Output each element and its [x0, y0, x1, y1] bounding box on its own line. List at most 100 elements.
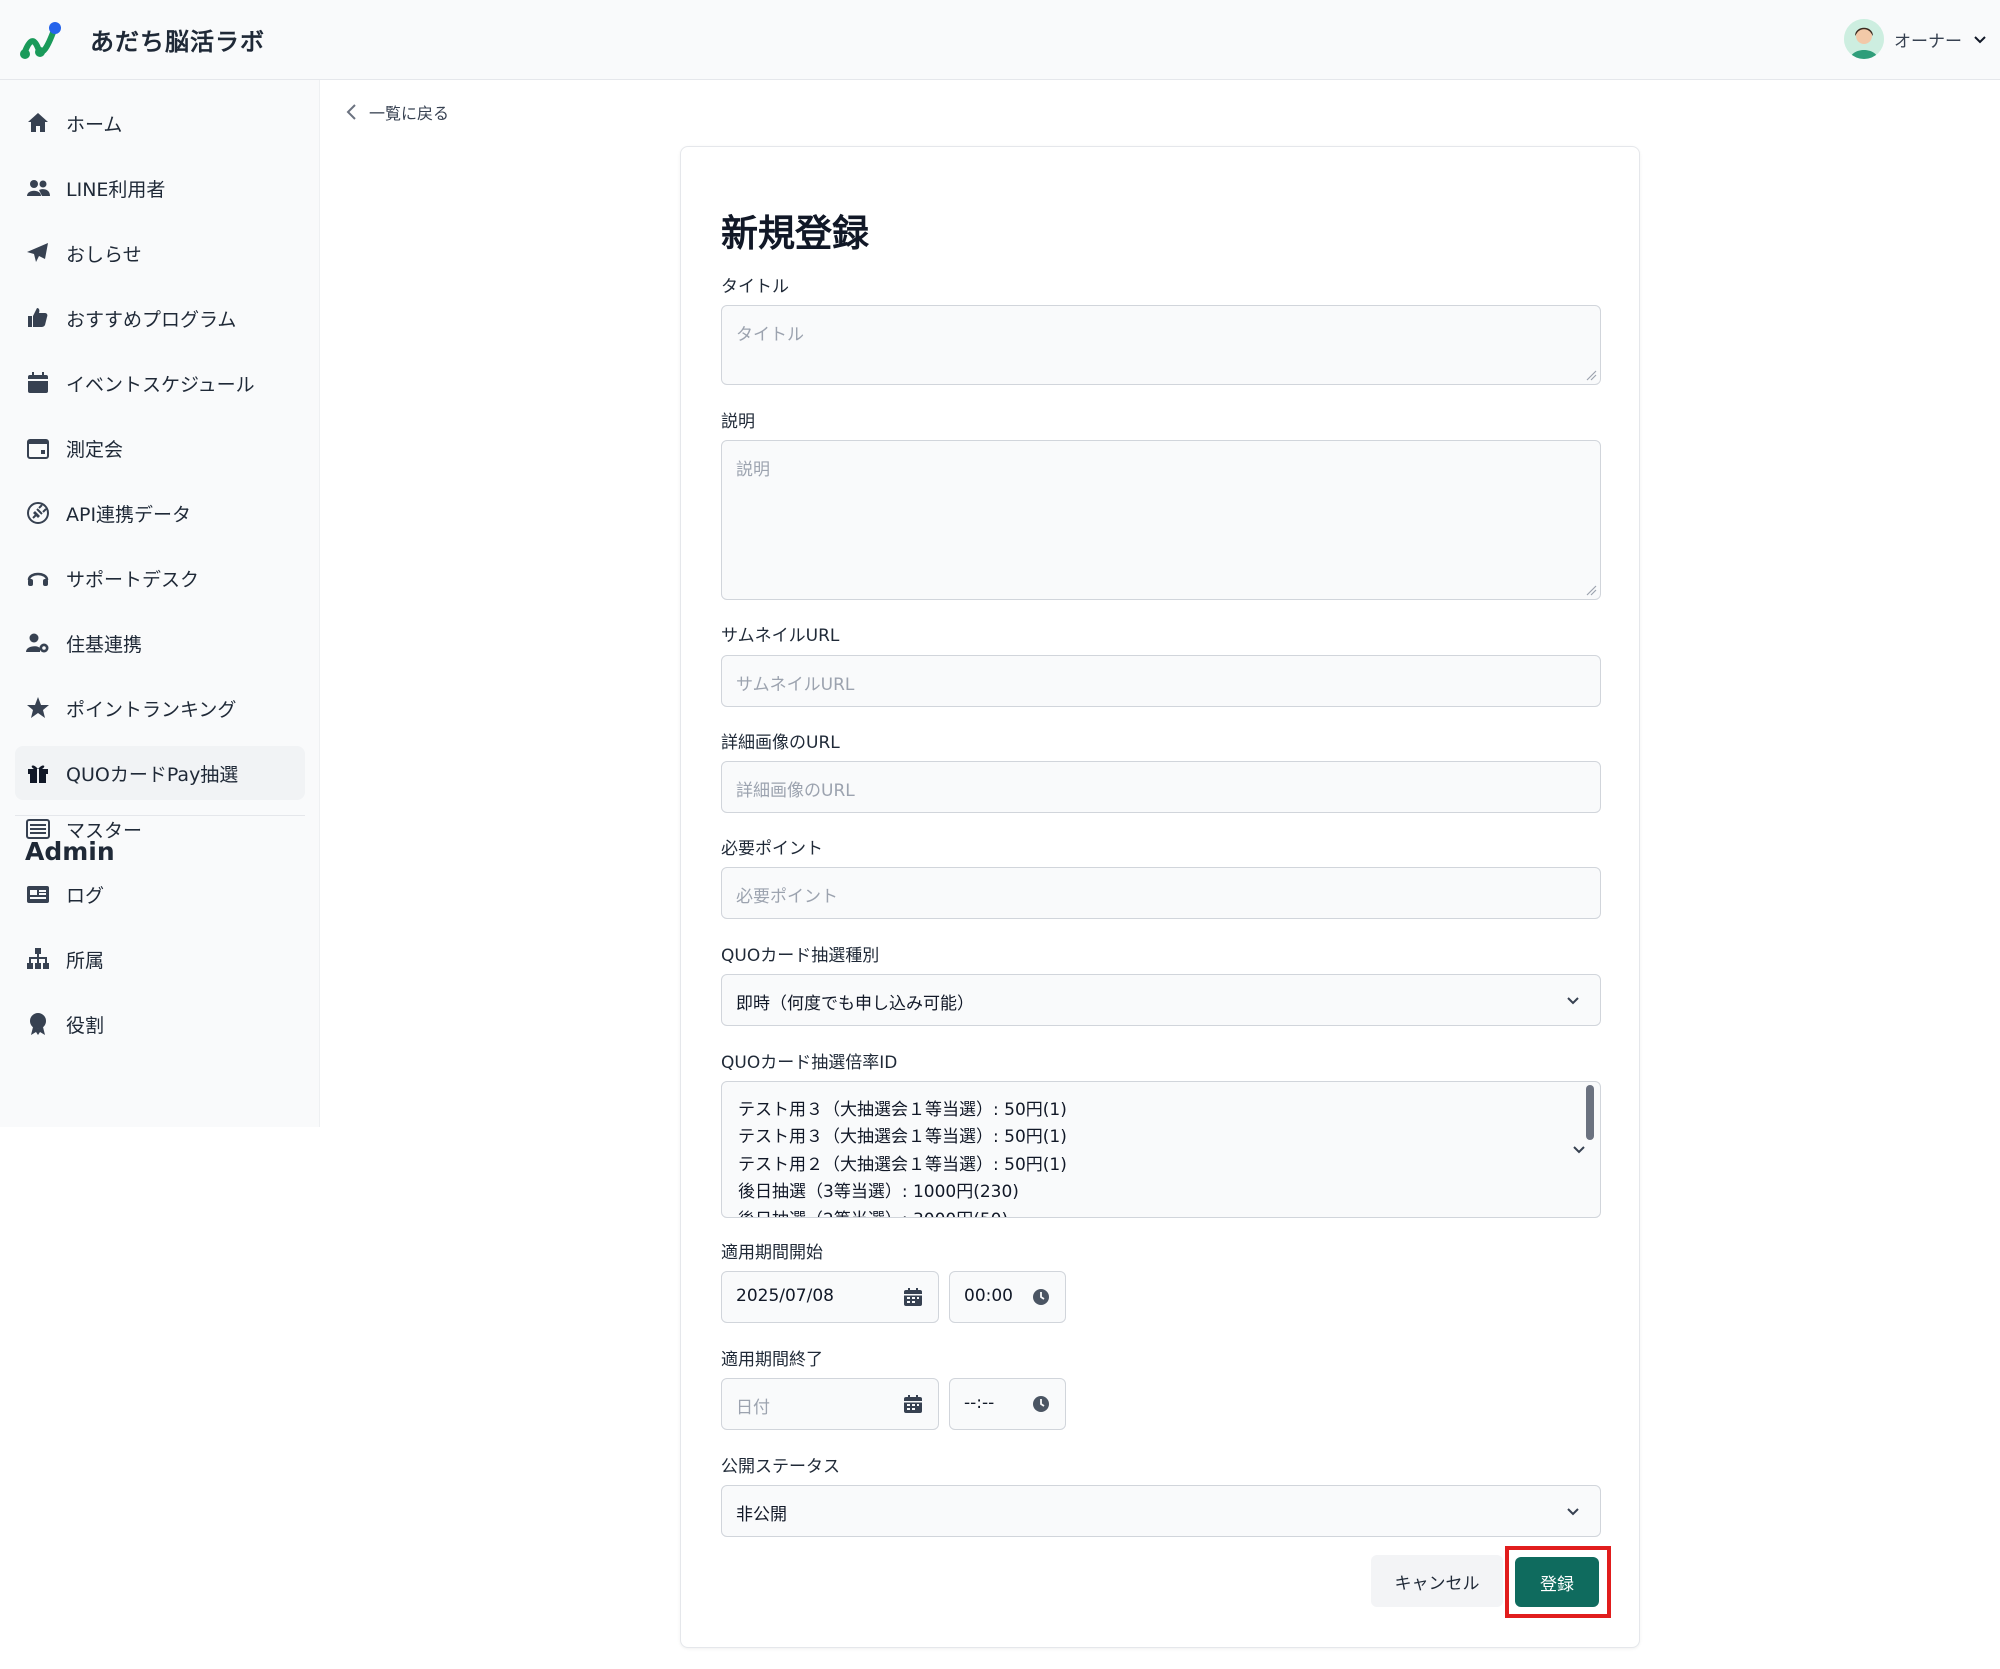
sidebar-item-label: 所属	[66, 949, 105, 972]
period-end-date-input[interactable]: 日付	[721, 1378, 939, 1430]
resize-handle-icon[interactable]	[1585, 369, 1597, 381]
resize-handle-icon[interactable]	[1585, 584, 1597, 596]
clock-icon[interactable]	[1030, 1286, 1052, 1308]
sidebar-item-label: おしらせ	[66, 243, 142, 266]
cancel-button[interactable]: キャンセル	[1371, 1555, 1503, 1607]
sidebar-item-user-gear[interactable]: 住基連携	[15, 616, 305, 670]
period-start-date-input[interactable]: 2025/07/08	[721, 1271, 939, 1323]
user-name: オーナー	[1894, 31, 1962, 52]
sidebar-item-home[interactable]: ホーム	[15, 96, 305, 150]
lottery-rate-option[interactable]: 後日抽選（2等当選）: 3000円(50)	[738, 1205, 1008, 1217]
thumbnail-url-input[interactable]: サムネイルURL	[721, 655, 1601, 707]
calendar-outline-icon	[25, 435, 51, 461]
sitemap-icon	[25, 946, 51, 972]
sidebar-item-label: LINE利用者	[66, 178, 166, 201]
lottery-rate-option[interactable]: テスト用３（大抽選会１等当選）: 50円(1)	[738, 1095, 1067, 1120]
lottery-rate-label: QUOカード抽選倍率ID	[721, 1053, 898, 1073]
sidebar-item-plug-circle[interactable]: API連携データ	[15, 486, 305, 540]
listbox-scrollbar[interactable]	[1586, 1085, 1594, 1140]
user-gear-icon	[25, 630, 51, 656]
sidebar-item-log[interactable]: ログ	[15, 867, 305, 921]
thumbnail-url-label: サムネイルURL	[721, 626, 840, 646]
period-end-time-input[interactable]: --:--	[949, 1378, 1066, 1430]
lottery-rate-option[interactable]: テスト用２（大抽選会１等当選）: 50円(1)	[738, 1150, 1067, 1175]
title-placeholder: タイトル	[736, 325, 804, 345]
detail-image-url-placeholder: 詳細画像のURL	[736, 781, 855, 801]
sidebar-item-label: ポイントランキング	[66, 698, 237, 721]
sidebar-item-gift[interactable]: QUOカードPay抽選	[15, 746, 305, 800]
sidebar: ホーム LINE利用者 おしらせおすすめプログラム イベントスケジュール 測定会 API連…	[0, 80, 320, 1127]
chevron-down-icon	[1567, 1508, 1579, 1516]
period-end-label: 適用期間終了	[721, 1350, 823, 1370]
sidebar-item-award[interactable]: 役割	[15, 997, 305, 1051]
status-select[interactable]: 非公開	[721, 1485, 1601, 1537]
title-textarea[interactable]: タイトル	[721, 305, 1601, 385]
sidebar-item-label: マスター	[66, 819, 143, 842]
clock-icon[interactable]	[1030, 1393, 1052, 1415]
plug-circle-icon	[25, 500, 51, 526]
user-avatar-icon	[1844, 19, 1884, 59]
lottery-type-label: QUOカード抽選種別	[721, 946, 880, 966]
period-start-time-input[interactable]: 00:00	[949, 1271, 1066, 1323]
lottery-rate-option[interactable]: テスト用３（大抽選会１等当選）: 50円(1)	[738, 1122, 1067, 1147]
required-points-input[interactable]: 必要ポイント	[721, 867, 1601, 919]
sidebar-item-label: QUOカードPay抽選	[66, 763, 239, 786]
period-start-label: 適用期間開始	[721, 1243, 823, 1263]
chevron-down-icon	[1567, 997, 1579, 1005]
detail-image-url-label: 詳細画像のURL	[721, 733, 840, 753]
sidebar-item-label: ログ	[66, 884, 105, 907]
sidebar-item-calendar-outline[interactable]: 測定会	[15, 421, 305, 475]
home-icon	[25, 110, 51, 136]
sidebar-item-thumbs-up[interactable]: おすすめプログラム	[15, 291, 305, 345]
description-placeholder: 説明	[736, 460, 770, 480]
sidebar-item-paper-plane[interactable]: おしらせ	[15, 226, 305, 280]
sidebar-item-label: API連携データ	[66, 503, 192, 526]
status-label: 公開ステータス	[721, 1457, 840, 1477]
app-title: あだち脳活ラボ	[90, 28, 265, 56]
chevron-down-icon	[1974, 36, 1986, 44]
gift-icon	[25, 760, 51, 786]
thumbs-up-icon	[25, 305, 51, 331]
page-title: 新規登録	[721, 212, 869, 255]
form-card: 新規登録 タイトル タイトル 説明 説明 サムネイルURL サムネイルURL 詳…	[680, 146, 1640, 1648]
sidebar-item-label: サポートデスク	[66, 568, 200, 591]
sidebar-item-star[interactable]: ポイントランキング	[15, 681, 305, 735]
users-icon	[25, 175, 51, 201]
thumbnail-url-placeholder: サムネイルURL	[736, 675, 855, 695]
period-start-time-value: 00:00	[964, 1286, 1013, 1306]
detail-image-url-input[interactable]: 詳細画像のURL	[721, 761, 1601, 813]
sidebar-item-label: 測定会	[66, 438, 124, 461]
award-icon	[25, 1011, 51, 1037]
submit-button[interactable]: 登録	[1515, 1557, 1599, 1607]
chevron-left-icon	[346, 104, 356, 120]
calendar-icon[interactable]	[902, 1393, 924, 1415]
sidebar-item-calendar[interactable]: イベントスケジュール	[15, 356, 305, 410]
star-icon	[25, 695, 51, 721]
sidebar-item-label: 住基連携	[66, 633, 143, 656]
description-textarea[interactable]: 説明	[721, 440, 1601, 600]
paper-plane-icon	[25, 240, 51, 266]
chevron-down-icon	[1573, 1146, 1585, 1154]
sidebar-item-label: おすすめプログラム	[66, 308, 237, 331]
required-points-label: 必要ポイント	[721, 839, 823, 859]
log-icon	[25, 881, 51, 907]
calendar-icon[interactable]	[902, 1286, 924, 1308]
lottery-type-select[interactable]: 即時（何度でも申し込み可能）	[721, 974, 1601, 1026]
required-points-placeholder: 必要ポイント	[736, 887, 838, 907]
lottery-rate-listbox[interactable]: テスト用３（大抽選会１等当選）: 50円(1) テスト用３（大抽選会１等当選）:…	[721, 1081, 1601, 1218]
sidebar-item-label: ホーム	[66, 113, 123, 136]
period-end-date-placeholder: 日付	[736, 1398, 770, 1418]
server-icon	[25, 816, 51, 842]
user-menu[interactable]: オーナー	[1844, 18, 1988, 60]
sidebar-item-sitemap[interactable]: 所属	[15, 932, 305, 986]
headset-icon	[25, 565, 51, 591]
sidebar-item-label: イベントスケジュール	[66, 373, 255, 396]
sidebar-item-server[interactable]: マスター	[15, 802, 305, 856]
back-link[interactable]: 一覧に戻る	[345, 100, 449, 124]
lottery-rate-option[interactable]: 後日抽選（3等当選）: 1000円(230)	[738, 1177, 1019, 1202]
sidebar-item-headset[interactable]: サポートデスク	[15, 551, 305, 605]
app-logo-icon[interactable]	[18, 18, 64, 62]
period-start-date-value: 2025/07/08	[736, 1286, 834, 1306]
title-label: タイトル	[721, 277, 789, 297]
sidebar-item-users[interactable]: LINE利用者	[15, 161, 305, 215]
